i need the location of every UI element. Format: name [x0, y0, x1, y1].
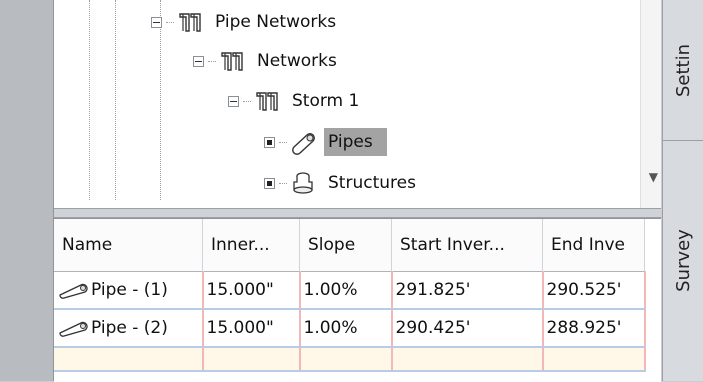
side-tab-strip: Settin Survey [662, 0, 703, 381]
tree-node-structures[interactable]: Structures [264, 166, 420, 200]
cell-slope[interactable]: 1.00% [299, 309, 393, 348]
tree-node-storm-1[interactable]: Storm 1 [228, 84, 363, 118]
collapse-icon[interactable] [151, 16, 162, 28]
tree-node-label: Pipe Networks [215, 12, 337, 32]
column-header-start-invert[interactable]: Start Inver... [391, 219, 543, 272]
collapse-icon[interactable] [193, 55, 204, 67]
tree-node-label: Networks [257, 51, 337, 71]
pipe-network-icon [179, 13, 201, 32]
cell-name[interactable]: Pipe - (1) [54, 271, 204, 310]
expand-icon[interactable] [264, 177, 275, 189]
cell-end-invert[interactable]: 290.525' [542, 271, 646, 310]
tree-node-label: Pipes [324, 128, 387, 156]
cell-inner-diameter[interactable]: 15.000" [202, 309, 301, 348]
tree-node-label: Structures [328, 173, 416, 193]
tab-settings[interactable]: Settin [663, 0, 703, 140]
left-gutter [0, 0, 54, 381]
collapse-icon[interactable] [228, 95, 239, 107]
column-header-name[interactable]: Name [54, 219, 203, 272]
expand-icon[interactable] [264, 136, 275, 148]
cell-inner-diameter[interactable]: 15.000" [202, 271, 301, 310]
tab-survey[interactable]: Survey [663, 190, 703, 330]
table-row-empty[interactable] [54, 347, 646, 372]
tree-node-pipes[interactable]: Pipes [264, 125, 387, 159]
table-row[interactable]: Pipe - (2) 15.000" 1.00% 290.425' 288.92… [54, 309, 646, 348]
panel-splitter[interactable] [54, 208, 661, 218]
column-header-end-invert[interactable]: End Inve [542, 219, 645, 272]
tree-node-label: Storm 1 [292, 91, 360, 111]
pipe-network-icon [221, 52, 243, 71]
cell-name[interactable]: Pipe - (2) [54, 309, 204, 348]
cell-end-invert[interactable]: 288.925' [542, 309, 646, 348]
column-header-slope[interactable]: Slope [299, 219, 392, 272]
tree-view: Pipe Networks Networks Storm 1 Pipes Str… [54, 0, 661, 208]
table-row[interactable]: Pipe - (1) 15.000" 1.00% 291.825' 290.52… [54, 271, 646, 310]
tree-node-networks[interactable]: Networks [193, 44, 341, 78]
prospector-panel: Pipe Networks Networks Storm 1 Pipes Str… [54, 0, 661, 382]
pipe-icon [59, 283, 88, 299]
cell-start-invert[interactable]: 291.825' [391, 271, 544, 310]
scroll-down-icon[interactable]: ▼ [649, 170, 658, 184]
pipes-grid: Name Inner... Slope Start Inver... End I… [54, 218, 661, 382]
cell-start-invert[interactable]: 290.425' [391, 309, 544, 348]
tree-guide [115, 0, 116, 200]
structure-icon [293, 172, 313, 194]
column-header-inner-diameter[interactable]: Inner... [202, 219, 300, 272]
tree-guide [89, 0, 90, 200]
pipe-icon [292, 133, 315, 155]
pipe-network-icon [256, 92, 278, 111]
pipe-icon [59, 321, 88, 337]
tree-scrollbar[interactable]: ▼ [640, 0, 661, 208]
cell-slope[interactable]: 1.00% [299, 271, 393, 310]
tree-node-pipe-networks[interactable]: Pipe Networks [151, 5, 340, 39]
